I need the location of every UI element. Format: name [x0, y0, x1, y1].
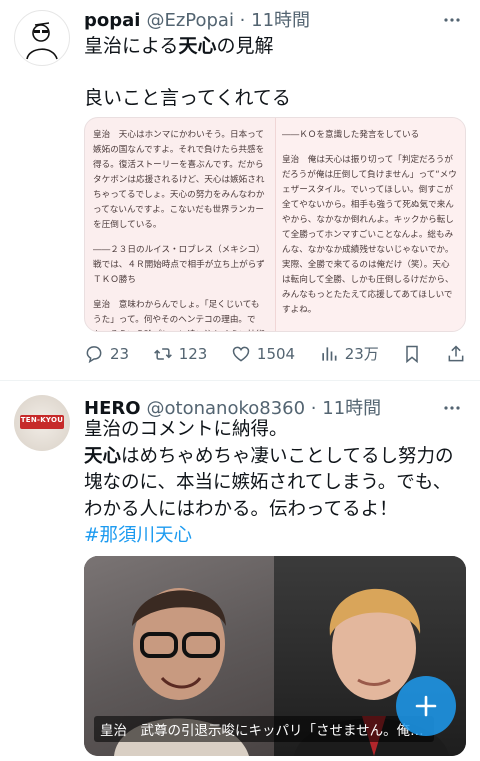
retweet-count: 123	[178, 344, 208, 363]
views-button[interactable]: 23万	[319, 343, 379, 364]
avatar-drawing	[26, 22, 58, 60]
photo-caption: 皇治 武尊の引退示唆にキッパリ「させません。俺…	[94, 716, 434, 742]
views-icon	[322, 346, 337, 361]
reply-icon	[86, 345, 102, 363]
compose-button[interactable]	[396, 676, 456, 736]
tweet-line: 天心はめちゃめちゃ凄いことしてるし努力の	[84, 445, 454, 467]
like-button[interactable]: 1504	[231, 344, 295, 364]
like-icon	[232, 346, 250, 362]
bookmark-button[interactable]	[402, 344, 422, 364]
tweet-header: popai @EzPopai · 11時間	[84, 6, 310, 32]
tweet-text: 皇治による天心の見解 良いこと言ってくれてる	[84, 31, 462, 113]
article-left-column: 皇治 天心はホンマにかわいそう。日本って嫉妬の国なんですよ。それで負けたら共感を…	[85, 118, 275, 331]
share-button[interactable]	[446, 344, 466, 364]
tweet-1[interactable]: popai @EzPopai · 11時間 皇治による天心の見解 良いこと言って…	[0, 0, 480, 380]
views-count: 23万	[344, 345, 379, 363]
article-paragraph: 皇治 意味わからんでしょ。「足くじいてもうた」って。何やそのヘンテコの理由。でも…	[93, 300, 265, 331]
tweet-media-article[interactable]: 皇治 天心はホンマにかわいそう。日本って嫉妬の国なんですよ。それで負けたら共感を…	[84, 117, 466, 332]
tweet-line: 皇治による天心の見解	[84, 35, 274, 57]
avatar[interactable]: TEN-KYOU	[14, 395, 70, 451]
share-icon	[448, 344, 464, 361]
reply-button[interactable]: 23	[84, 344, 129, 364]
tweet-line: わかる人にはわかる。伝わってるよ！	[84, 498, 398, 520]
tweet-line: 良いこと言ってくれてる	[84, 87, 291, 109]
hashtag-link[interactable]: #那須川天心	[84, 523, 462, 550]
article-paragraph: 皇治 天心はホンマにかわいそう。日本って嫉妬の国なんですよ。それで負けたら共感を…	[93, 130, 265, 230]
tweet-text: 皇治のコメントに納得。 天心はめちゃめちゃ凄いことしてるし努力の 塊なのに、本当…	[84, 417, 462, 550]
like-count: 1504	[256, 344, 296, 363]
article-paragraph: 皇治 俺は天心は振り切って「判定だろうがだろうが俺は圧倒して負けません」って“メ…	[282, 155, 457, 315]
article-paragraph: ――ＫＯを意識した発言をしている	[282, 130, 420, 140]
article-right-column: ――ＫＯを意識した発言をしている 皇治 俺は天心は振り切って「判定だろうがだろう…	[275, 118, 465, 331]
action-bar: 23 123 1504 23万	[84, 343, 466, 364]
handle-time[interactable]: @EzPopai · 11時間	[146, 6, 310, 32]
bookmark-icon	[406, 345, 419, 363]
article-paragraph: ――２３日のルイス・ロブレス（メキシコ）戦では、４Ｒ開始時点で相手が立ち上がらず…	[93, 245, 265, 285]
retweet-icon	[153, 347, 172, 360]
avatar[interactable]	[14, 10, 70, 66]
tweet-line: 皇治のコメントに納得。	[84, 419, 288, 440]
avatar-logo-text: TEN-KYOU	[20, 416, 64, 424]
compose-icon	[415, 695, 437, 717]
display-name[interactable]: popai	[84, 10, 140, 31]
retweet-button[interactable]: 123	[153, 344, 208, 364]
more-icon[interactable]	[440, 8, 464, 32]
display-name[interactable]: HERO	[84, 398, 141, 419]
tweet-line: 塊なのに、本当に嫉妬されてしまう。でも、	[84, 472, 452, 493]
reply-count: 23	[110, 344, 130, 363]
